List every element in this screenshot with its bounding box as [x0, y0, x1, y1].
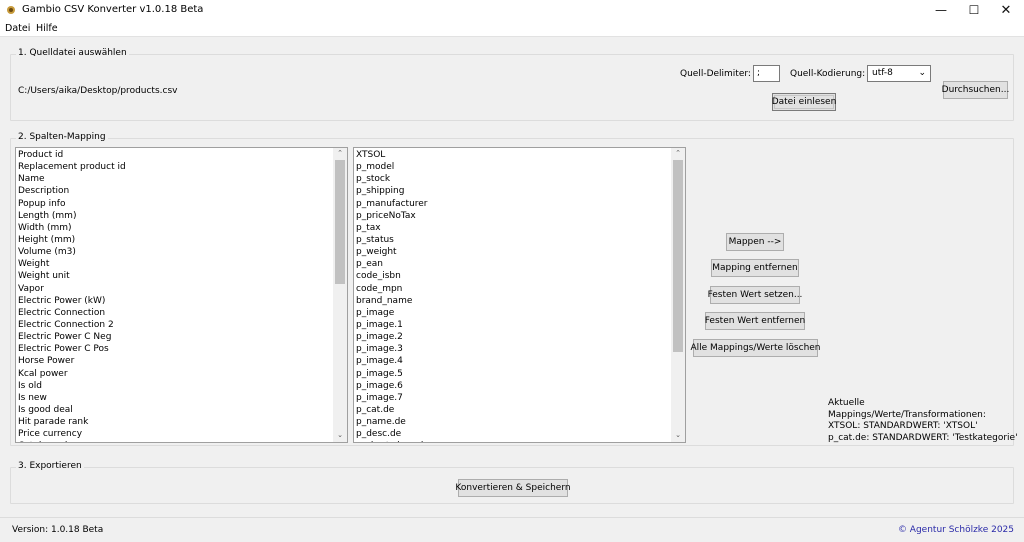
- chevron-up-icon[interactable]: ⌃: [671, 149, 685, 159]
- target-column-item[interactable]: p_image.2: [356, 331, 429, 343]
- encoding-value: utf-8: [872, 68, 893, 78]
- target-column-item[interactable]: p_image: [356, 307, 429, 319]
- maximize-button[interactable]: ☐: [956, 0, 992, 20]
- source-column-item[interactable]: Length (mm): [18, 210, 126, 222]
- source-column-item[interactable]: Is old: [18, 380, 126, 392]
- target-column-item[interactable]: p_status: [356, 234, 429, 246]
- encoding-select[interactable]: utf-8 ⌄: [867, 65, 931, 82]
- source-column-item[interactable]: Height (mm): [18, 234, 126, 246]
- read-file-button[interactable]: Datei einlesen: [772, 93, 836, 111]
- target-column-item[interactable]: p_model: [356, 161, 429, 173]
- source-scroll-thumb[interactable]: [335, 160, 345, 284]
- target-column-item[interactable]: p_name.de: [356, 416, 429, 428]
- delimiter-input[interactable]: ;: [753, 65, 780, 82]
- target-column-item[interactable]: code_isbn: [356, 270, 429, 282]
- target-column-item[interactable]: p_manufacturer: [356, 198, 429, 210]
- target-column-item[interactable]: p_weight: [356, 246, 429, 258]
- export-group: 3. Exportieren Konvertieren & Speichern: [10, 461, 1014, 504]
- minimize-button[interactable]: —: [923, 0, 959, 20]
- source-column-item[interactable]: Name: [18, 173, 126, 185]
- target-column-item[interactable]: p_cat.de: [356, 404, 429, 416]
- source-column-item[interactable]: Weight: [18, 258, 126, 270]
- menu-bar: Datei Hilfe: [0, 20, 1024, 37]
- source-column-item[interactable]: Electric Connection 2: [18, 319, 126, 331]
- export-group-label: 3. Exportieren: [16, 461, 84, 471]
- mappings-info-line: XTSOL: STANDARDWERT: 'XTSOL': [828, 421, 978, 431]
- target-column-item[interactable]: p_image.5: [356, 368, 429, 380]
- source-column-item[interactable]: Price currency: [18, 428, 126, 440]
- target-column-item[interactable]: p_image.1: [356, 319, 429, 331]
- source-column-item[interactable]: Electric Power C Pos: [18, 343, 126, 355]
- target-column-item[interactable]: p_priceNoTax: [356, 210, 429, 222]
- app-icon: [7, 6, 15, 14]
- target-column-item[interactable]: p_image.7: [356, 392, 429, 404]
- source-column-item[interactable]: Electric Power (kW): [18, 295, 126, 307]
- mappings-info-heading: Aktuelle Mappings/Werte/Transformationen…: [828, 398, 986, 420]
- remove-fixed-value-button[interactable]: Festen Wert entfernen: [705, 312, 805, 330]
- title-bar: Gambio CSV Konverter v1.0.18 Beta — ☐ ✕: [0, 0, 1024, 20]
- browse-button[interactable]: Durchsuchen...: [942, 81, 1009, 99]
- delimiter-value: ;: [757, 68, 761, 78]
- convert-save-button[interactable]: Konvertieren & Speichern: [455, 479, 571, 497]
- target-column-item[interactable]: p_stock: [356, 173, 429, 185]
- target-columns-list[interactable]: XTSOL p_model p_stock p_shipping p_manufactu…: [353, 147, 686, 443]
- source-column-item[interactable]: Catalog price: [18, 440, 126, 442]
- source-column-item[interactable]: Is new: [18, 392, 126, 404]
- mappings-info: Aktuelle Mappings/Werte/Transformationen…: [828, 398, 1024, 444]
- mapping-group-label: 2. Spalten-Mapping: [16, 132, 108, 142]
- source-column-item[interactable]: Volume (m3): [18, 246, 126, 258]
- target-column-item[interactable]: p_image.3: [356, 343, 429, 355]
- menu-hilfe[interactable]: Hilfe: [36, 23, 58, 34]
- menu-datei[interactable]: Datei: [5, 23, 30, 34]
- close-button[interactable]: ✕: [988, 0, 1024, 20]
- file-path-label: C:/Users/aika/Desktop/products.csv: [18, 86, 178, 96]
- target-scroll-thumb[interactable]: [673, 160, 683, 352]
- source-column-item[interactable]: Replacement product id: [18, 161, 126, 173]
- target-list-scrollbar[interactable]: ⌃ ⌄: [671, 148, 685, 442]
- chevron-down-icon: ⌄: [918, 68, 926, 78]
- target-column-item[interactable]: p_image.4: [356, 355, 429, 367]
- encoding-label: Quell-Kodierung:: [790, 69, 866, 79]
- target-column-item[interactable]: brand_name: [356, 295, 429, 307]
- clear-all-button[interactable]: Alle Mappings/Werte löschen: [690, 339, 821, 357]
- target-column-item[interactable]: p_tax: [356, 222, 429, 234]
- source-group-label: 1. Quelldatei auswählen: [16, 48, 129, 58]
- source-file-group: 1. Quelldatei auswählen C:/Users/aika/De…: [10, 48, 1014, 121]
- source-column-item[interactable]: Width (mm): [18, 222, 126, 234]
- target-column-item[interactable]: p_shipping: [356, 185, 429, 197]
- set-fixed-value-button[interactable]: Festen Wert setzen...: [708, 286, 802, 304]
- map-button[interactable]: Mappen -->: [726, 233, 784, 251]
- chevron-up-icon[interactable]: ⌃: [333, 149, 347, 159]
- copyright-label: © Agentur Schölzke 2025: [897, 525, 1014, 535]
- chevron-down-icon[interactable]: ⌄: [671, 431, 685, 441]
- mappings-info-line: p_cat.de: STANDARDWERT: 'Testkategorie': [828, 432, 1018, 443]
- version-label: Version: 1.0.18 Beta: [12, 525, 104, 535]
- source-column-item[interactable]: Weight unit: [18, 270, 126, 282]
- source-column-item[interactable]: Hit parade rank: [18, 416, 126, 428]
- target-column-item[interactable]: code_mpn: [356, 283, 429, 295]
- delimiter-label: Quell-Delimiter:: [680, 69, 751, 79]
- source-column-item[interactable]: Electric Connection: [18, 307, 126, 319]
- source-column-item[interactable]: Is good deal: [18, 404, 126, 416]
- source-column-item[interactable]: Product id: [18, 149, 126, 161]
- source-column-item[interactable]: Description: [18, 185, 126, 197]
- source-columns-items: Product id Replacement product id Name Desc…: [18, 149, 126, 442]
- target-column-item[interactable]: XTSOL: [356, 149, 429, 161]
- target-column-item[interactable]: p_ean: [356, 258, 429, 270]
- target-column-item[interactable]: p_short_desc.de: [356, 440, 429, 442]
- target-column-item[interactable]: p_image.6: [356, 380, 429, 392]
- source-list-scrollbar[interactable]: ⌃ ⌄: [333, 148, 347, 442]
- source-column-item[interactable]: Electric Power C Neg: [18, 331, 126, 343]
- chevron-down-icon[interactable]: ⌄: [333, 431, 347, 441]
- target-column-item[interactable]: p_desc.de: [356, 428, 429, 440]
- window-title: Gambio CSV Konverter v1.0.18 Beta: [22, 4, 204, 15]
- source-column-item[interactable]: Kcal power: [18, 368, 126, 380]
- source-columns-list[interactable]: Product id Replacement product id Name Desc…: [15, 147, 348, 443]
- remove-mapping-button[interactable]: Mapping entfernen: [711, 259, 799, 277]
- source-column-item[interactable]: Vapor: [18, 283, 126, 295]
- source-column-item[interactable]: Horse Power: [18, 355, 126, 367]
- target-columns-items: XTSOL p_model p_stock p_shipping p_manufactu…: [356, 149, 429, 442]
- status-bar: Version: 1.0.18 Beta © Agentur Schölzke …: [0, 517, 1024, 542]
- source-column-item[interactable]: Popup info: [18, 198, 126, 210]
